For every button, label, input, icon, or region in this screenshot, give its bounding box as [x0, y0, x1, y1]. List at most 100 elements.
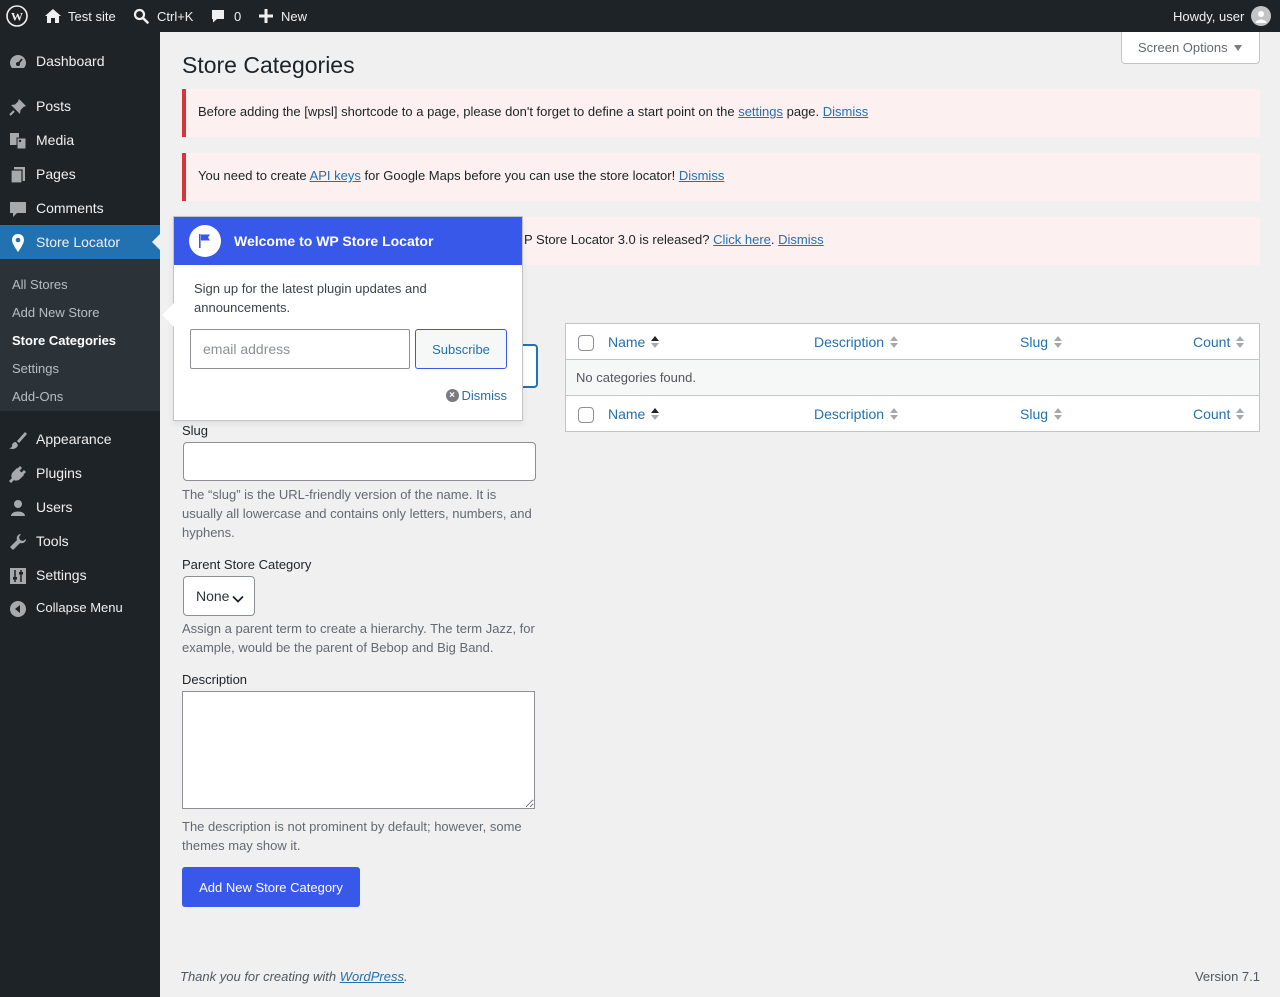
new-label: New	[281, 8, 308, 24]
pointer-arrow	[162, 303, 174, 327]
footer-version: Version 7.1	[1194, 969, 1260, 984]
submenu-item-all-stores[interactable]: All Stores	[12, 277, 68, 293]
sidebar-item-posts[interactable]: Posts	[0, 89, 160, 123]
click-here-link[interactable]: Click here	[713, 232, 771, 247]
column-header-slug[interactable]: Slug	[1020, 333, 1063, 351]
submenu-item-add-new-store[interactable]: Add New Store	[12, 305, 99, 321]
screen-options-button[interactable]: Screen Options	[1121, 32, 1260, 64]
notice-text: P Store Locator 3.0 is released?	[524, 232, 714, 247]
column-header-count[interactable]: Count	[1193, 333, 1245, 351]
sidebar-item-label: Comments	[36, 200, 104, 216]
command-search[interactable]: Ctrl+K	[133, 0, 193, 32]
location-pin-icon	[8, 233, 28, 253]
table-header: Name Description Slug Count	[566, 324, 1259, 360]
chevron-down-icon	[232, 591, 244, 607]
wordpress-logo-icon[interactable]: W	[6, 0, 28, 32]
sort-icon	[651, 335, 660, 349]
comments-count: 0	[234, 8, 242, 24]
wrench-icon	[8, 532, 28, 552]
howdy-label: Howdy, user	[1173, 8, 1245, 24]
sidebar-item-comments[interactable]: Comments	[0, 191, 160, 225]
sidebar-item-store-locator[interactable]: Store Locator	[0, 225, 160, 259]
welcome-pointer-popup: Welcome to WP Store Locator Sign up for …	[162, 216, 523, 421]
sort-icon	[890, 335, 899, 349]
search-shortcut-label: Ctrl+K	[157, 8, 194, 24]
sidebar-item-label: Settings	[36, 567, 87, 583]
column-header-description[interactable]: Description	[814, 333, 899, 351]
email-field[interactable]	[190, 329, 410, 369]
pointer-dismiss-button[interactable]: × Dismiss	[445, 388, 507, 403]
column-header-description[interactable]: Description	[814, 405, 899, 423]
notice-text: for Google Maps before you can use the s…	[360, 168, 679, 183]
column-label: Name	[608, 334, 646, 350]
sidebar-item-label: Users	[36, 499, 73, 515]
column-label: Slug	[1020, 334, 1049, 350]
column-label: Description	[814, 334, 885, 350]
plus-icon	[259, 9, 273, 23]
submenu-item-settings[interactable]: Settings	[12, 361, 59, 377]
slug-input[interactable]	[183, 442, 536, 481]
column-header-count[interactable]: Count	[1193, 405, 1245, 423]
screen-options-label: Screen Options	[1138, 40, 1228, 55]
dismiss-link[interactable]: Dismiss	[679, 168, 725, 183]
caret-down-icon	[1234, 45, 1242, 51]
categories-table: Name Description Slug Count No categorie…	[565, 323, 1260, 432]
dashboard-icon	[8, 52, 28, 72]
sidebar-item-label: Tools	[36, 533, 69, 549]
new-content-link[interactable]: New	[259, 0, 307, 32]
dismiss-link[interactable]: Dismiss	[823, 104, 869, 119]
sort-icon	[890, 407, 899, 421]
column-header-name[interactable]: Name	[608, 405, 660, 423]
sidebar-item-settings[interactable]: Settings	[0, 558, 160, 592]
notice-start-point: Before adding the [wpsl] shortcode to a …	[182, 89, 1260, 137]
sidebar-item-tools[interactable]: Tools	[0, 524, 160, 558]
select-all-checkbox[interactable]	[578, 407, 594, 423]
notice-api-keys: You need to create API keys for Google M…	[182, 153, 1260, 201]
description-textarea[interactable]	[182, 691, 535, 809]
plug-icon	[8, 464, 28, 484]
description-label: Description	[182, 672, 248, 687]
column-header-name[interactable]: Name	[608, 333, 660, 351]
sidebar-item-dashboard[interactable]: Dashboard	[0, 44, 160, 78]
pointer-header: Welcome to WP Store Locator	[174, 217, 522, 265]
dismiss-link[interactable]: Dismiss	[778, 232, 824, 247]
site-name-link[interactable]: Test site	[44, 0, 116, 32]
submenu-item-store-categories[interactable]: Store Categories	[12, 333, 116, 349]
sidebar-item-label: Pages	[36, 166, 76, 182]
my-account[interactable]: Howdy, user	[1173, 0, 1272, 32]
sidebar-item-appearance[interactable]: Appearance	[0, 422, 160, 456]
avatar	[1251, 6, 1272, 26]
sidebar-item-label: Collapse Menu	[36, 600, 123, 615]
store-locator-submenu: All Stores Add New Store Store Categorie…	[0, 259, 160, 411]
sidebar-item-label: Dashboard	[36, 53, 105, 69]
column-header-slug[interactable]: Slug	[1020, 405, 1063, 423]
sidebar-item-users[interactable]: Users	[0, 490, 160, 524]
select-all-checkbox[interactable]	[578, 335, 594, 351]
footer-thanks: Thank you for creating with WordPress.	[180, 969, 408, 985]
sidebar-item-media[interactable]: Media	[0, 123, 160, 157]
pin-icon	[8, 97, 28, 117]
sidebar-item-pages[interactable]: Pages	[0, 157, 160, 191]
column-label: Slug	[1020, 406, 1049, 422]
slug-label: Slug	[182, 423, 209, 438]
submenu-item-add-ons[interactable]: Add-Ons	[12, 389, 63, 405]
sidebar-item-label: Media	[36, 132, 75, 148]
sidebar-item-label: Appearance	[36, 431, 112, 447]
parent-select-value: None	[196, 588, 230, 604]
subscribe-button[interactable]: Subscribe	[415, 329, 507, 369]
sliders-icon	[8, 566, 28, 586]
parent-category-select[interactable]: None	[183, 576, 255, 616]
sort-icon	[1054, 407, 1063, 421]
sort-icon	[1054, 335, 1063, 349]
sidebar-item-plugins[interactable]: Plugins	[0, 456, 160, 490]
pages-icon	[8, 165, 28, 185]
api-keys-link[interactable]: API keys	[310, 168, 361, 183]
comments-link[interactable]: 0	[210, 0, 241, 32]
site-name-label: Test site	[68, 8, 116, 24]
wordpress-link[interactable]: WordPress	[340, 969, 404, 984]
footer-text: .	[404, 969, 408, 984]
description-help: The description is not prominent by defa…	[182, 819, 522, 853]
add-new-store-category-button[interactable]: Add New Store Category	[182, 867, 360, 907]
collapse-menu-button[interactable]: Collapse Menu	[0, 591, 160, 625]
settings-link[interactable]: settings	[738, 104, 783, 119]
